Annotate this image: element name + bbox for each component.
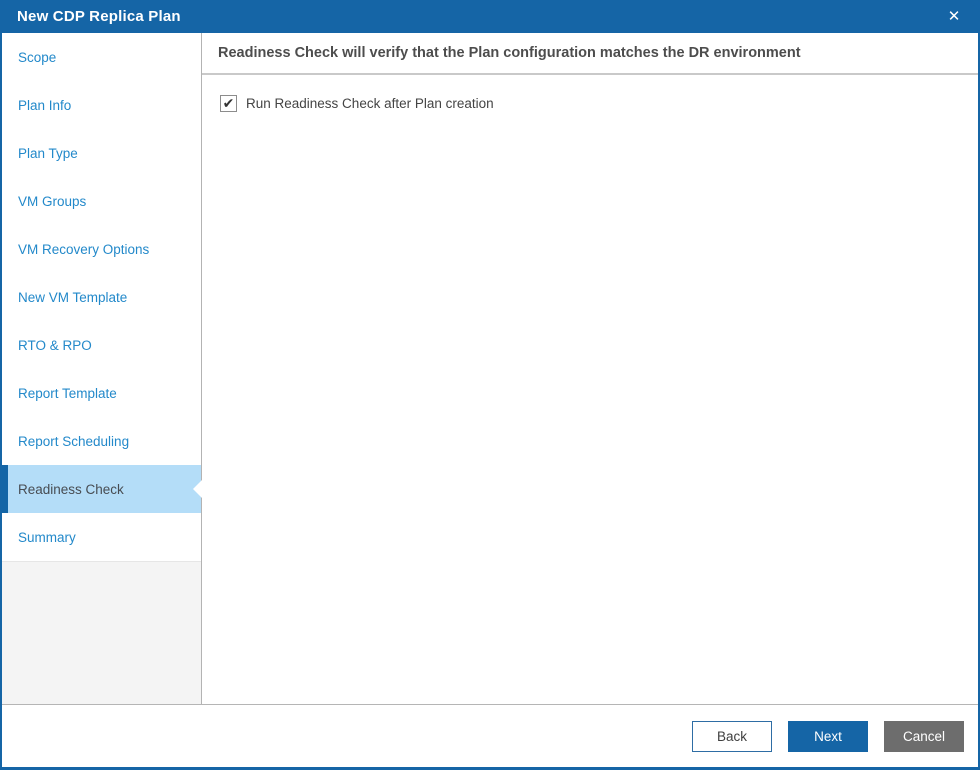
sidebar-item-plan-type[interactable]: Plan Type — [2, 129, 201, 177]
next-button[interactable]: Next — [788, 720, 868, 752]
new-cdp-replica-plan-dialog: New CDP Replica Plan ✕ Scope Plan Info P… — [0, 0, 980, 770]
back-button[interactable]: Back — [692, 720, 772, 752]
sidebar-item-label: VM Recovery Options — [18, 241, 150, 257]
run-readiness-check-checkbox[interactable]: ✔ — [220, 95, 237, 112]
sidebar-item-vm-recovery-options[interactable]: VM Recovery Options — [2, 225, 201, 273]
sidebar-item-label: Report Scheduling — [18, 433, 130, 449]
step-content: ✔ Run Readiness Check after Plan creatio… — [202, 75, 978, 704]
dialog-body: Scope Plan Info Plan Type VM Groups VM R… — [2, 33, 978, 704]
cancel-button[interactable]: Cancel — [884, 720, 964, 752]
run-readiness-check-option[interactable]: ✔ Run Readiness Check after Plan creatio… — [220, 95, 494, 112]
sidebar-item-label: Plan Info — [18, 97, 72, 113]
check-icon: ✔ — [222, 94, 235, 111]
sidebar-item-label: Scope — [18, 49, 57, 65]
wizard-steps-sidebar: Scope Plan Info Plan Type VM Groups VM R… — [2, 33, 202, 704]
sidebar-item-label: Summary — [18, 529, 76, 545]
sidebar-filler — [2, 561, 201, 704]
sidebar-item-rto-rpo[interactable]: RTO & RPO — [2, 321, 201, 369]
sidebar-item-label: RTO & RPO — [18, 337, 92, 353]
sidebar-item-label: New VM Template — [18, 289, 128, 305]
titlebar: New CDP Replica Plan ✕ — [0, 0, 980, 33]
sidebar-item-scope[interactable]: Scope — [2, 33, 201, 81]
sidebar-item-label: Report Template — [18, 385, 117, 401]
sidebar-item-label: VM Groups — [18, 193, 87, 209]
sidebar-item-plan-info[interactable]: Plan Info — [2, 81, 201, 129]
sidebar-item-label: Readiness Check — [18, 481, 124, 497]
sidebar-item-summary[interactable]: Summary — [2, 513, 201, 561]
close-icon[interactable]: ✕ — [942, 5, 966, 29]
sidebar-item-vm-groups[interactable]: VM Groups — [2, 177, 201, 225]
footer-bar: Back Next Cancel — [2, 704, 978, 767]
sidebar-item-readiness-check[interactable]: Readiness Check — [2, 465, 201, 513]
sidebar-item-report-scheduling[interactable]: Report Scheduling — [2, 417, 201, 465]
window-title: New CDP Replica Plan — [17, 8, 181, 25]
main-panel: Readiness Check will verify that the Pla… — [202, 33, 978, 704]
sidebar-item-label: Plan Type — [18, 145, 78, 161]
sidebar-item-new-vm-template[interactable]: New VM Template — [2, 273, 201, 321]
step-description: Readiness Check will verify that the Pla… — [202, 33, 978, 75]
sidebar-item-report-template[interactable]: Report Template — [2, 369, 201, 417]
run-readiness-check-label: Run Readiness Check after Plan creation — [246, 96, 494, 111]
